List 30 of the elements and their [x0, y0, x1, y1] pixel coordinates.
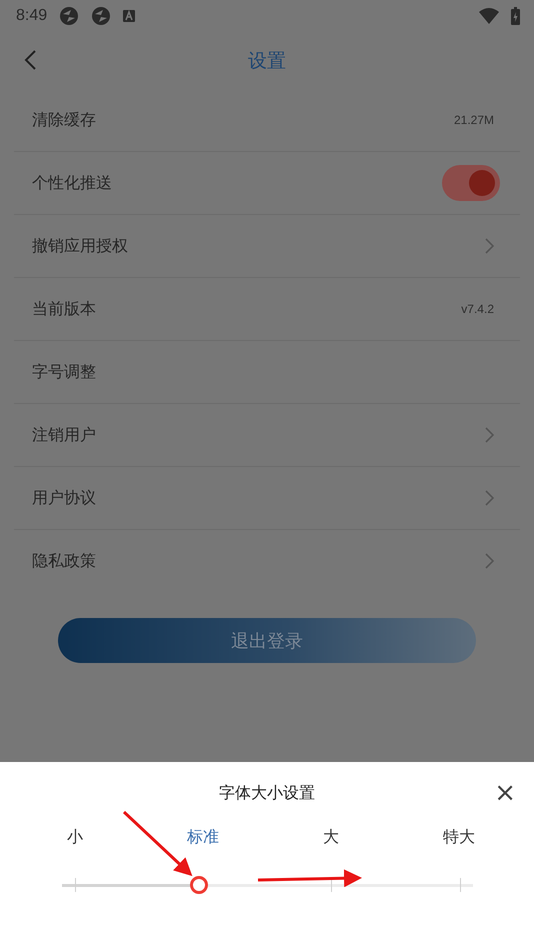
page-title: 设置	[248, 48, 286, 74]
logout-button[interactable]: 退出登录	[58, 618, 476, 663]
wifi-icon	[479, 8, 499, 24]
push-toggle[interactable]	[442, 165, 500, 201]
close-button[interactable]: ×	[492, 780, 518, 806]
chevron-right-icon[interactable]	[485, 427, 494, 443]
status-time: 8:49	[16, 7, 48, 25]
setting-label[interactable]: 撤销应用授权	[32, 236, 485, 256]
font-size-option[interactable]: 标准	[187, 824, 219, 850]
chevron-right-icon[interactable]	[485, 490, 494, 506]
setting-label[interactable]: 用户协议	[32, 488, 485, 508]
setting-label[interactable]: 隐私政策	[32, 550, 485, 572]
app-notification-icon	[123, 10, 136, 22]
font-size-option[interactable]: 大	[323, 824, 339, 850]
battery-icon	[511, 7, 520, 25]
setting-label[interactable]: 注销用户	[32, 424, 485, 446]
font-size-option[interactable]: 特大	[443, 824, 475, 850]
setting-label[interactable]: 个性化推送	[32, 172, 442, 194]
setting-label[interactable]: 当前版本	[32, 298, 462, 320]
back-icon[interactable]	[24, 50, 36, 70]
sheet-title: 字体大小设置	[219, 782, 315, 804]
chevron-right-icon[interactable]	[485, 238, 494, 254]
setting-value: v7.4.2	[461, 302, 494, 316]
status-logo-icon	[91, 6, 112, 26]
setting-label[interactable]: 清除缓存	[32, 110, 454, 130]
status-logo-icon	[59, 6, 80, 26]
setting-label[interactable]: 字号调整	[32, 362, 494, 382]
chevron-right-icon[interactable]	[485, 553, 494, 569]
setting-value: 21.27M	[454, 113, 494, 127]
font-size-option[interactable]: 小	[67, 824, 83, 850]
